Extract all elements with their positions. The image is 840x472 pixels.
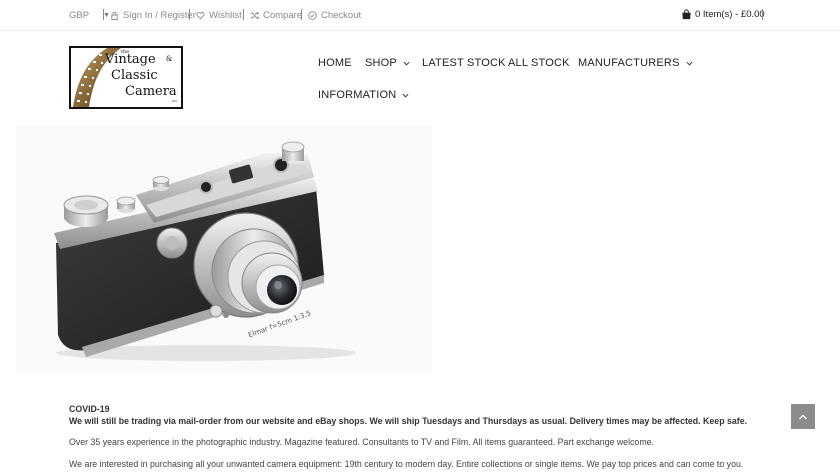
nav-latest-stock[interactable]: LATEST STOCK	[422, 57, 506, 69]
nav-home[interactable]: HOME	[318, 57, 352, 69]
compare-label: Compare	[263, 10, 303, 21]
currency-label: GBP	[69, 10, 90, 21]
sign-in-link[interactable]: Sign In / Register	[110, 10, 196, 21]
lock-icon	[110, 11, 119, 20]
chevron-down-icon	[402, 92, 409, 99]
compare-link[interactable]: Compare	[250, 10, 302, 21]
checkout-label: Checkout	[321, 10, 362, 21]
vintage-camera-illustration: Elmar f=5cm 1:3.5	[54, 141, 356, 361]
logo-ampersand: &	[166, 55, 173, 63]
nav-all-stock[interactable]: ALL STOCK	[508, 57, 570, 69]
nav-shop-label: SHOP	[365, 57, 397, 69]
logo-vintage: Vintage	[105, 52, 156, 67]
nav-all-label: ALL STOCK	[508, 57, 570, 69]
checkout-link[interactable]: Checkout	[308, 10, 361, 21]
logo-classic: Classic	[111, 68, 158, 83]
nav-information-label: INFORMATION	[318, 89, 397, 101]
caret-down-icon: ▼	[103, 12, 110, 19]
divider	[243, 9, 244, 20]
top-bar: GBP ▼ Sign In / Register Wishlist Compar…	[0, 0, 840, 31]
purchase-paragraph: We are interested in purchasing all your…	[69, 459, 744, 469]
nav-home-label: HOME	[318, 57, 352, 69]
hero-image: Elmar f=5cm 1:3.5	[16, 125, 432, 372]
nav-manufacturers-label: MANUFACTURERS	[578, 57, 680, 69]
check-circle-icon	[308, 11, 317, 20]
logo-camera: Camera	[125, 84, 177, 99]
heart-icon	[196, 11, 205, 20]
chevron-up-icon	[798, 412, 808, 422]
divider	[762, 9, 763, 20]
nav-information[interactable]: INFORMATION	[318, 89, 409, 101]
shuffle-icon	[250, 11, 259, 20]
wishlist-link[interactable]: Wishlist	[196, 10, 242, 21]
cart-label: 0 Item(s) - £0.00	[695, 9, 765, 20]
divider	[103, 9, 104, 20]
covid-message: We will still be trading via mail-order …	[69, 416, 748, 426]
divider	[189, 9, 190, 20]
chevron-down-icon	[686, 60, 693, 67]
covid-title: COVID-19	[69, 404, 110, 414]
cart-summary[interactable]: 0 Item(s) - £0.00	[681, 9, 765, 20]
nav-shop[interactable]: SHOP	[365, 57, 410, 69]
sign-in-label: Sign In / Register	[123, 10, 196, 21]
site-logo[interactable]: the Vintage & Classic Camera co.	[69, 46, 183, 109]
wishlist-label: Wishlist	[209, 10, 242, 21]
intro-paragraph: Over 35 years experience in the photogra…	[69, 437, 654, 447]
nav-manufacturers[interactable]: MANUFACTURERS	[578, 57, 693, 69]
nav-latest-label: LATEST STOCK	[422, 57, 506, 69]
chevron-down-icon	[403, 60, 410, 67]
shopping-bag-icon	[681, 9, 692, 20]
logo-co: co.	[172, 98, 178, 103]
back-to-top-button[interactable]	[791, 404, 815, 429]
divider	[301, 9, 302, 20]
